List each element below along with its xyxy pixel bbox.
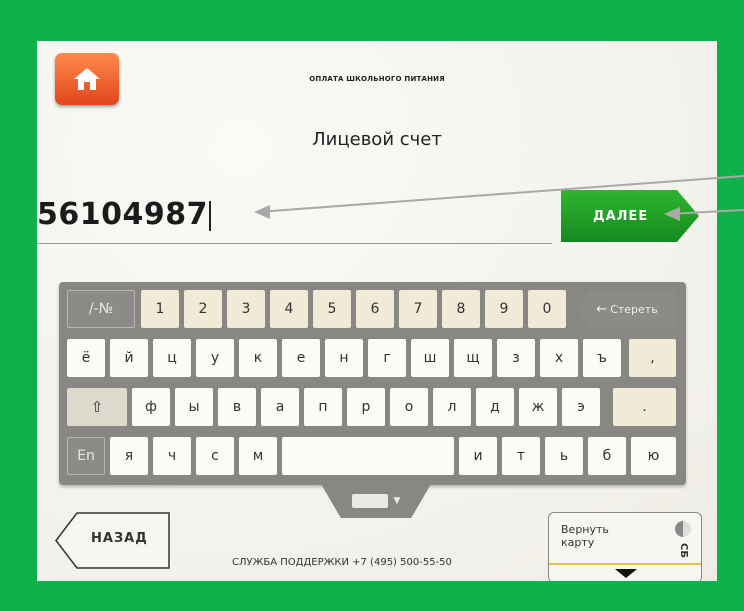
text-caret bbox=[209, 200, 211, 231]
key[interactable]: 9 bbox=[485, 290, 523, 328]
bank-logo-icon bbox=[675, 521, 691, 537]
key[interactable]: 2 bbox=[184, 290, 222, 328]
key[interactable]: 7 bbox=[399, 290, 437, 328]
key[interactable]: ф bbox=[132, 388, 170, 426]
keyboard-icon bbox=[351, 494, 388, 508]
keyboard-toggle[interactable]: ▼ bbox=[321, 484, 431, 518]
key[interactable]: и bbox=[459, 437, 497, 475]
key[interactable]: 1 bbox=[141, 290, 179, 328]
card-stripe bbox=[549, 563, 701, 565]
next-button-label: ДАЛЕЕ bbox=[593, 208, 649, 224]
key[interactable]: е bbox=[282, 339, 320, 377]
return-card-button[interactable]: Вернуть карту СБ bbox=[548, 512, 702, 581]
key[interactable]: з bbox=[497, 339, 535, 377]
key[interactable]: . bbox=[613, 388, 676, 426]
back-button[interactable]: НАЗАД bbox=[55, 512, 171, 569]
next-button[interactable]: ДАЛЕЕ bbox=[561, 190, 699, 242]
key[interactable]: ъ bbox=[583, 339, 621, 377]
key[interactable]: т bbox=[502, 437, 540, 475]
key[interactable]: ш bbox=[411, 339, 449, 377]
key[interactable]: п bbox=[304, 388, 342, 426]
key[interactable]: р bbox=[347, 388, 385, 426]
key[interactable]: в bbox=[218, 388, 256, 426]
return-card-label: Вернуть карту bbox=[561, 523, 609, 549]
onscreen-keyboard: /-№ 1 2 3 4 5 6 7 8 9 0 ← Стереть ё й ц … bbox=[59, 282, 686, 485]
key[interactable]: а bbox=[261, 388, 299, 426]
key[interactable]: ь bbox=[545, 437, 583, 475]
key[interactable]: 0 bbox=[528, 290, 566, 328]
back-button-label: НАЗАД bbox=[91, 531, 148, 546]
key[interactable]: 4 bbox=[270, 290, 308, 328]
shift-key[interactable]: ⇧ bbox=[67, 388, 127, 426]
key[interactable]: л bbox=[433, 388, 471, 426]
key[interactable]: ю bbox=[631, 437, 676, 475]
service-title: ОПЛАТА ШКОЛЬНОГО ПИТАНИЯ bbox=[309, 75, 445, 83]
key[interactable]: к bbox=[239, 339, 277, 377]
language-key[interactable]: En bbox=[67, 437, 105, 475]
account-value: 56104987 bbox=[37, 197, 208, 232]
backspace-key[interactable]: ← Стереть bbox=[578, 290, 676, 328]
key[interactable]: я bbox=[110, 437, 148, 475]
key[interactable]: ё bbox=[67, 339, 105, 377]
arrow-down-icon bbox=[615, 569, 637, 578]
account-field[interactable]: 56104987 bbox=[37, 193, 552, 244]
key[interactable]: г bbox=[368, 339, 406, 377]
key[interactable]: й bbox=[110, 339, 148, 377]
key[interactable]: д bbox=[476, 388, 514, 426]
key[interactable]: щ bbox=[454, 339, 492, 377]
key[interactable]: н bbox=[325, 339, 363, 377]
shift-icon: ⇧ bbox=[90, 398, 104, 416]
arrow-left-icon: ← bbox=[596, 301, 608, 317]
key[interactable]: 5 bbox=[313, 290, 351, 328]
key[interactable]: ч bbox=[153, 437, 191, 475]
key-symbols[interactable]: /-№ bbox=[67, 290, 135, 328]
key[interactable]: ц bbox=[153, 339, 191, 377]
card-brand: СБ bbox=[678, 543, 690, 558]
key[interactable]: х bbox=[540, 339, 578, 377]
chevron-down-icon: ▼ bbox=[393, 496, 401, 506]
key[interactable]: о bbox=[390, 388, 428, 426]
key[interactable]: 8 bbox=[442, 290, 480, 328]
key[interactable]: ы bbox=[175, 388, 213, 426]
space-key[interactable] bbox=[282, 437, 454, 475]
kiosk-screen: ОПЛАТА ШКОЛЬНОГО ПИТАНИЯ Лицевой счет 56… bbox=[37, 41, 717, 581]
key[interactable]: у bbox=[196, 339, 234, 377]
key[interactable]: ж bbox=[519, 388, 557, 426]
key[interactable]: 6 bbox=[356, 290, 394, 328]
key[interactable]: с bbox=[196, 437, 234, 475]
page-title: Лицевой счет bbox=[312, 129, 442, 150]
key[interactable]: э bbox=[562, 388, 600, 426]
backspace-label: Стереть bbox=[610, 302, 658, 316]
key[interactable]: б bbox=[588, 437, 626, 475]
key[interactable]: , bbox=[629, 339, 676, 377]
key[interactable]: 3 bbox=[227, 290, 265, 328]
key[interactable]: м bbox=[239, 437, 277, 475]
support-text: СЛУЖБА ПОДДЕРЖКИ +7 (495) 500-55-50 bbox=[232, 557, 452, 568]
